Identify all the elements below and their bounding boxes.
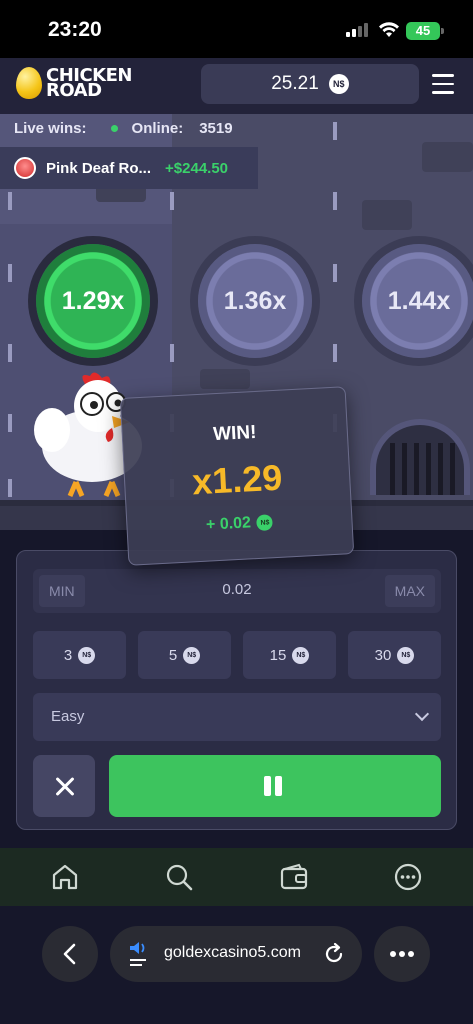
live-wins-label: Live wins: (14, 119, 87, 137)
lane-dash (333, 264, 337, 282)
win-popup: WIN! x1.29 + 0.02 N$ (119, 386, 355, 566)
sewer-grate-icon (370, 419, 470, 495)
chip-30-button[interactable]: 30 N$ (348, 631, 441, 679)
reload-icon[interactable] (322, 942, 346, 966)
live-win-item: Pink Deaf Ro... +$244.50 (0, 147, 258, 189)
currency-icon: N$ (397, 646, 415, 664)
live-wins-bar: Live wins: Online: 3519 (0, 114, 235, 142)
lane-dash (8, 414, 12, 432)
battery-icon: 45 (406, 22, 444, 40)
multiplier-coin-next[interactable]: 1.36x (198, 244, 312, 358)
bottom-nav (0, 848, 473, 906)
egg-icon (16, 67, 42, 99)
chip-value: 15 (269, 646, 287, 664)
lane-dash (8, 264, 12, 282)
online-dot-icon (110, 124, 118, 132)
lane-dash (170, 192, 174, 210)
chicken-road-logo: CHICKEN ROAD (16, 67, 133, 100)
win-multiplier: x1.29 (191, 456, 284, 503)
difficulty-select[interactable]: Easy (33, 693, 441, 741)
cancel-button[interactable] (33, 755, 95, 817)
signal-icon (346, 23, 368, 37)
browser-more-button[interactable] (374, 926, 430, 982)
bet-amount-row: MIN 0.02 MAX (33, 569, 441, 613)
wallet-icon[interactable] (279, 862, 309, 892)
chip-value: 5 (168, 646, 178, 664)
bet-amount-input[interactable]: 0.02 (33, 581, 441, 598)
url-text: goldexcasino5.com (164, 944, 301, 961)
lane-dash (170, 344, 174, 362)
lane-dash (8, 192, 12, 210)
lane-dash (333, 122, 337, 140)
wall-brick (200, 369, 250, 389)
currency-icon: N$ (256, 514, 274, 532)
currency-icon: N$ (183, 646, 201, 664)
balance-value: 25.21 (271, 73, 319, 94)
online-count: 3519 (199, 119, 233, 137)
max-button[interactable]: MAX (384, 575, 435, 607)
wifi-icon (379, 22, 399, 37)
more-icon[interactable] (393, 862, 423, 892)
browser-toolbar: goldexcasino5.com (0, 906, 473, 1024)
lane-dash (333, 192, 337, 210)
win-title: WIN! (212, 421, 257, 446)
balance-display[interactable]: 25.21 N$ (201, 64, 419, 104)
chevron-down-icon (414, 706, 430, 722)
win-gain-amount: + 0.02 (205, 514, 252, 534)
chip-3-button[interactable]: 3 N$ (33, 631, 126, 679)
winner-amount: +$244.50 (165, 159, 229, 177)
chip-value: 3 (63, 646, 73, 664)
search-icon[interactable] (164, 862, 194, 892)
chip-value: 30 (374, 646, 392, 664)
winner-name: Pink Deaf Ro... (46, 159, 152, 177)
quick-bet-chips: 3 N$ 5 N$ 15 N$ 30 N$ (33, 631, 441, 679)
bet-panel: MIN 0.02 MAX 3 N$ 5 N$ 15 N$ 30 N$ Easy (16, 550, 457, 830)
wall-brick (422, 142, 473, 172)
lane-dash (333, 344, 337, 362)
speaker-icon (130, 942, 146, 966)
currency-icon: N$ (292, 646, 310, 664)
win-gain: + 0.02 N$ (127, 509, 352, 539)
game-header: CHICKEN ROAD 25.21 N$ (0, 58, 473, 114)
menu-icon[interactable] (432, 74, 454, 100)
wall-brick (362, 200, 412, 230)
chip-5-button[interactable]: 5 N$ (138, 631, 231, 679)
multiplier-coin-current[interactable]: 1.29x (36, 244, 150, 358)
chevron-left-icon (63, 943, 76, 965)
back-button[interactable] (42, 926, 98, 982)
multiplier-coin-later[interactable]: 1.44x (362, 244, 473, 358)
lane-dash (8, 479, 12, 497)
avatar (14, 157, 36, 179)
address-bar[interactable]: goldexcasino5.com (110, 926, 362, 982)
currency-icon: N$ (78, 646, 96, 664)
home-icon[interactable] (50, 862, 80, 892)
chip-15-button[interactable]: 15 N$ (243, 631, 336, 679)
pause-button[interactable] (109, 755, 441, 817)
lane-dash (8, 344, 12, 362)
status-time: 23:20 (48, 18, 102, 41)
status-bar: 23:20 45 (0, 0, 473, 58)
ellipsis-icon (390, 951, 414, 957)
online-label: Online: (131, 119, 184, 137)
difficulty-value: Easy (51, 708, 85, 725)
currency-icon: N$ (328, 74, 349, 94)
